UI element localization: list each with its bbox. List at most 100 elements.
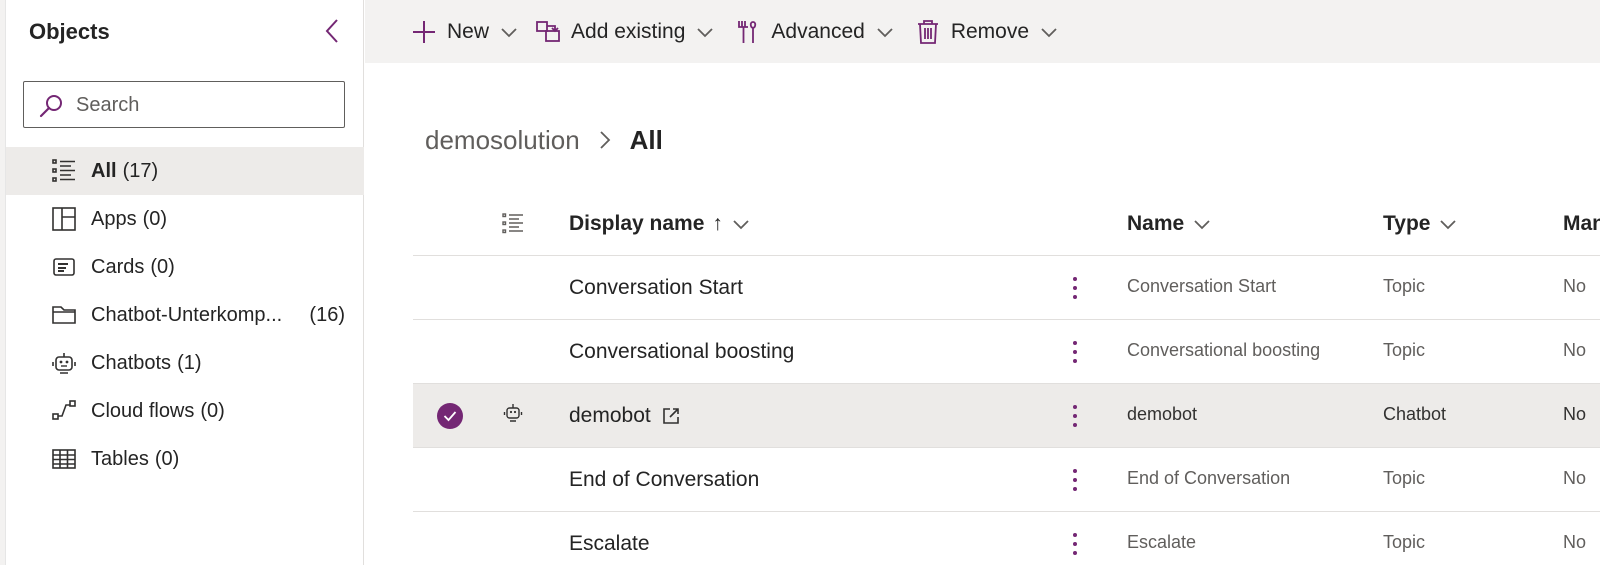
table-row[interactable]: End of Conversation End of Conversation … (413, 448, 1600, 512)
more-options-button[interactable] (1063, 529, 1087, 559)
sidebar-item-apps[interactable]: Apps (0) (6, 195, 364, 243)
more-dot (1073, 405, 1077, 409)
row-managed: No (1563, 468, 1587, 488)
chevron-down-icon (697, 27, 714, 37)
more-dot (1073, 487, 1077, 491)
sidebar-header: Objects (6, 0, 364, 64)
folder-icon (52, 306, 76, 324)
collapse-sidebar-button[interactable] (318, 16, 346, 46)
row-display-name[interactable]: End of Conversation (569, 468, 759, 492)
bot-icon (503, 404, 523, 422)
sidebar-item-count: (0) (142, 207, 168, 230)
more-dot (1073, 551, 1077, 555)
chevron-down-icon (1041, 27, 1057, 37)
more-dot (1073, 542, 1077, 546)
more-dot (1073, 286, 1077, 290)
more-dot (1073, 350, 1077, 354)
column-header-label: Man (1563, 212, 1600, 235)
add-existing-icon (536, 20, 560, 42)
sidebar-item-label: Chatbots (91, 351, 172, 374)
apps-icon (52, 207, 76, 231)
more-options-button[interactable] (1063, 337, 1087, 367)
column-header-name[interactable]: Name (1127, 212, 1212, 236)
list-icon (52, 159, 75, 182)
row-display-name[interactable]: Conversational boosting (569, 340, 794, 364)
chevron-down-icon (1440, 220, 1457, 230)
row-display-name[interactable]: Conversation Start (569, 276, 743, 300)
chevron-down-icon (733, 220, 749, 230)
sidebar-item-count: (0) (154, 447, 180, 470)
column-header-display-name[interactable]: Display name ↑ (569, 212, 751, 236)
row-managed: No (1563, 276, 1587, 296)
add-existing-button-label: Add existing (571, 19, 686, 43)
object-type-nav: All (17) Apps (0) Cards (0) Chatbot-Unterko… (6, 147, 364, 483)
row-name: Conversational boosting (1127, 340, 1321, 360)
sidebar-item-tables[interactable]: Tables (0) (6, 435, 364, 483)
objects-grid: Display name ↑ Name Type Man Conversatio… (413, 193, 1600, 565)
trash-icon (917, 19, 938, 44)
sidebar-item-count: (16) (309, 303, 345, 326)
column-header-type[interactable]: Type (1383, 212, 1458, 236)
more-options-button[interactable] (1063, 273, 1087, 303)
sidebar-title: Objects (29, 19, 110, 44)
plus-icon (413, 20, 435, 43)
sidebar-item-chatbot-subcomponents[interactable]: Chatbot-Unterkomp... (16) (6, 291, 364, 339)
flow-icon (52, 400, 76, 420)
column-header-managed[interactable]: Man (1563, 212, 1600, 236)
row-display-name[interactable]: demobot (569, 404, 651, 428)
sidebar-item-count: (0) (200, 399, 225, 422)
breadcrumb-parent-link[interactable]: demosolution (425, 125, 580, 156)
row-name: demobot (1127, 404, 1198, 424)
search-box[interactable] (23, 81, 345, 128)
more-dot (1073, 277, 1077, 281)
open-in-new-window-icon[interactable] (661, 406, 681, 426)
remove-button-label: Remove (950, 19, 1030, 43)
sidebar-item-count: (1) (177, 351, 202, 374)
advanced-button[interactable]: Advanced (727, 0, 902, 63)
more-options-button[interactable] (1063, 401, 1087, 431)
more-dot (1073, 341, 1077, 345)
new-button[interactable]: New (403, 0, 527, 63)
row-type: Topic (1383, 276, 1426, 296)
command-bar: New Add existing Advanced Remove (365, 0, 1600, 63)
new-button-label: New (447, 19, 490, 43)
row-type: Chatbot (1383, 404, 1447, 424)
sidebar-item-label: Cloud flows (91, 399, 195, 422)
chevron-down-icon (1194, 220, 1210, 230)
sidebar-item-cards[interactable]: Cards (0) (6, 243, 364, 291)
search-input[interactable] (76, 91, 336, 119)
column-options-icon[interactable] (501, 211, 525, 235)
table-icon (52, 449, 76, 469)
chevron-down-icon (877, 27, 893, 37)
sidebar-item-cloud-flows[interactable]: Cloud flows (0) (6, 387, 364, 435)
sort-ascending-icon: ↑ (712, 212, 723, 235)
table-row[interactable]: Conversational boosting Conversational b… (413, 320, 1600, 384)
table-row[interactable]: Conversation Start Conversation Start To… (413, 256, 1600, 320)
row-type: Topic (1383, 468, 1426, 488)
sidebar-item-label: Apps (91, 207, 137, 230)
more-options-button[interactable] (1063, 465, 1087, 495)
add-existing-button[interactable]: Add existing (527, 0, 723, 63)
row-display-name[interactable]: Escalate (569, 532, 650, 556)
sidebar-item-chatbots[interactable]: Chatbots (1) (6, 339, 364, 387)
sidebar-item-label: Chatbot-Unterkomp... (91, 303, 283, 326)
table-row-selected[interactable]: demobot demobot Chatbot No (413, 384, 1600, 448)
row-managed: No (1563, 404, 1587, 424)
checkmark-icon (443, 411, 457, 422)
more-dot (1073, 533, 1077, 537)
sidebar-item-label: All (91, 159, 117, 182)
chevron-right-icon (600, 131, 610, 149)
advanced-button-label: Advanced (771, 19, 865, 43)
sidebar-item-label: Tables (91, 447, 149, 470)
column-header-label: Name (1127, 212, 1185, 235)
breadcrumb: demosolution All (425, 122, 663, 158)
row-name: Escalate (1127, 532, 1197, 552)
table-row[interactable]: Escalate Escalate Topic No (413, 512, 1600, 565)
remove-button[interactable]: Remove (907, 0, 1067, 63)
row-checkbox-checked[interactable] (437, 403, 463, 429)
sidebar-item-label: Cards (91, 255, 145, 278)
row-managed: No (1563, 532, 1587, 552)
breadcrumb-current: All (629, 124, 663, 155)
sidebar-item-all[interactable]: All (17) (6, 147, 364, 195)
row-type: Topic (1383, 532, 1426, 552)
